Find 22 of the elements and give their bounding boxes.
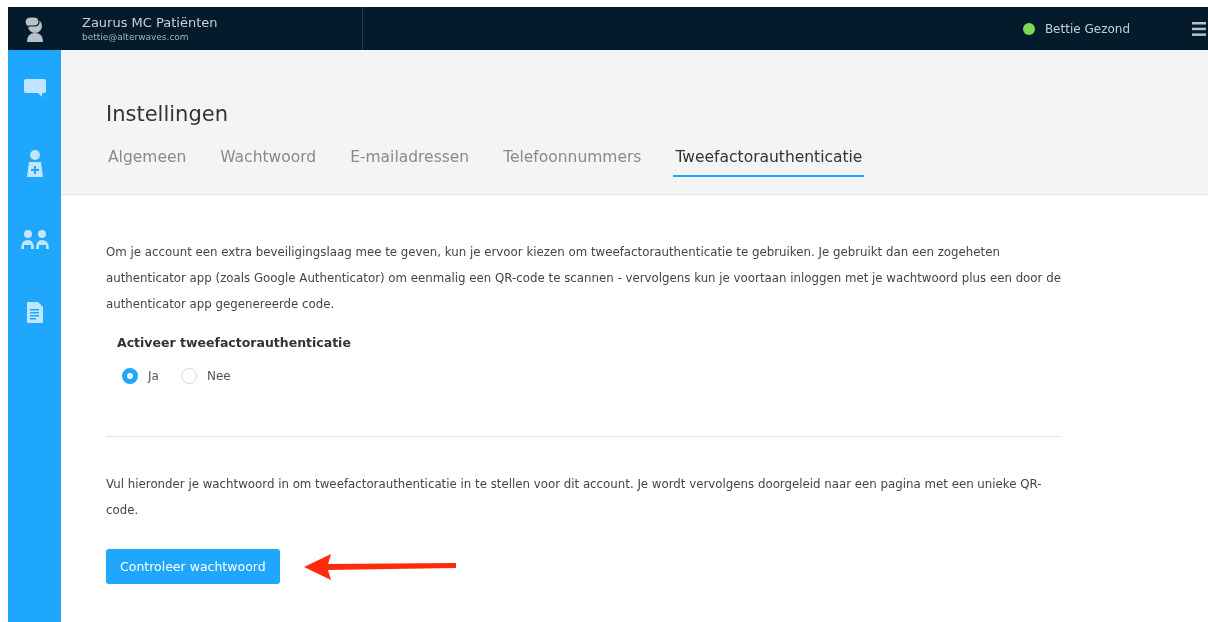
- radio-button[interactable]: [122, 368, 138, 384]
- settings-tab[interactable]: E-mailadressen: [348, 148, 472, 177]
- document-icon[interactable]: [26, 302, 43, 323]
- menu-icon[interactable]: [1192, 20, 1206, 37]
- check-password-button[interactable]: Controleer wachtwoord: [106, 549, 280, 584]
- radio-label[interactable]: Ja: [148, 369, 159, 383]
- chat-bubble-icon[interactable]: [23, 79, 46, 97]
- settings-tab[interactable]: Tweefactorauthenticatie: [673, 148, 865, 177]
- people-icon[interactable]: [20, 230, 49, 249]
- app-title: Zaurus MC Patiënten: [82, 14, 219, 31]
- radio-label[interactable]: Nee: [206, 369, 231, 383]
- user-name[interactable]: Bettie Gezond: [1044, 21, 1130, 36]
- activate-label: Activeer tweefactorauthenticatie: [117, 335, 352, 350]
- settings-tab[interactable]: Wachtwoord: [218, 148, 319, 177]
- nurse-icon[interactable]: [26, 150, 43, 177]
- intro-text: Om je account een extra beveiligingslaag mee te geven, kun je ervoor kiezen om tweefactorauthenticatie te gebruiken. Je gebruikt dan een zogeheten authenticator app (zoals Google Authenticator) om eenmalig een QR-code te scannen - vervolgens kun je voortaan inloggen met je wachtwoord plus een door de authenticator app gegenereerde code.: [106, 244, 1061, 313]
- user-email: bettie@alterwaves.com: [82, 30, 190, 43]
- settings-tab[interactable]: Algemeen: [106, 148, 189, 177]
- settings-tab[interactable]: Telefoonnummers: [501, 148, 644, 177]
- password-note: Vul hieronder je wachtwoord in om tweefactorauthenticatie in te stellen voor dit account. Je wordt vervolgens doorgeleid naar een pagina met een unieke QR-code.: [106, 476, 1043, 519]
- user-chat-icon: [23, 15, 46, 42]
- page-title: Instellingen: [106, 101, 229, 128]
